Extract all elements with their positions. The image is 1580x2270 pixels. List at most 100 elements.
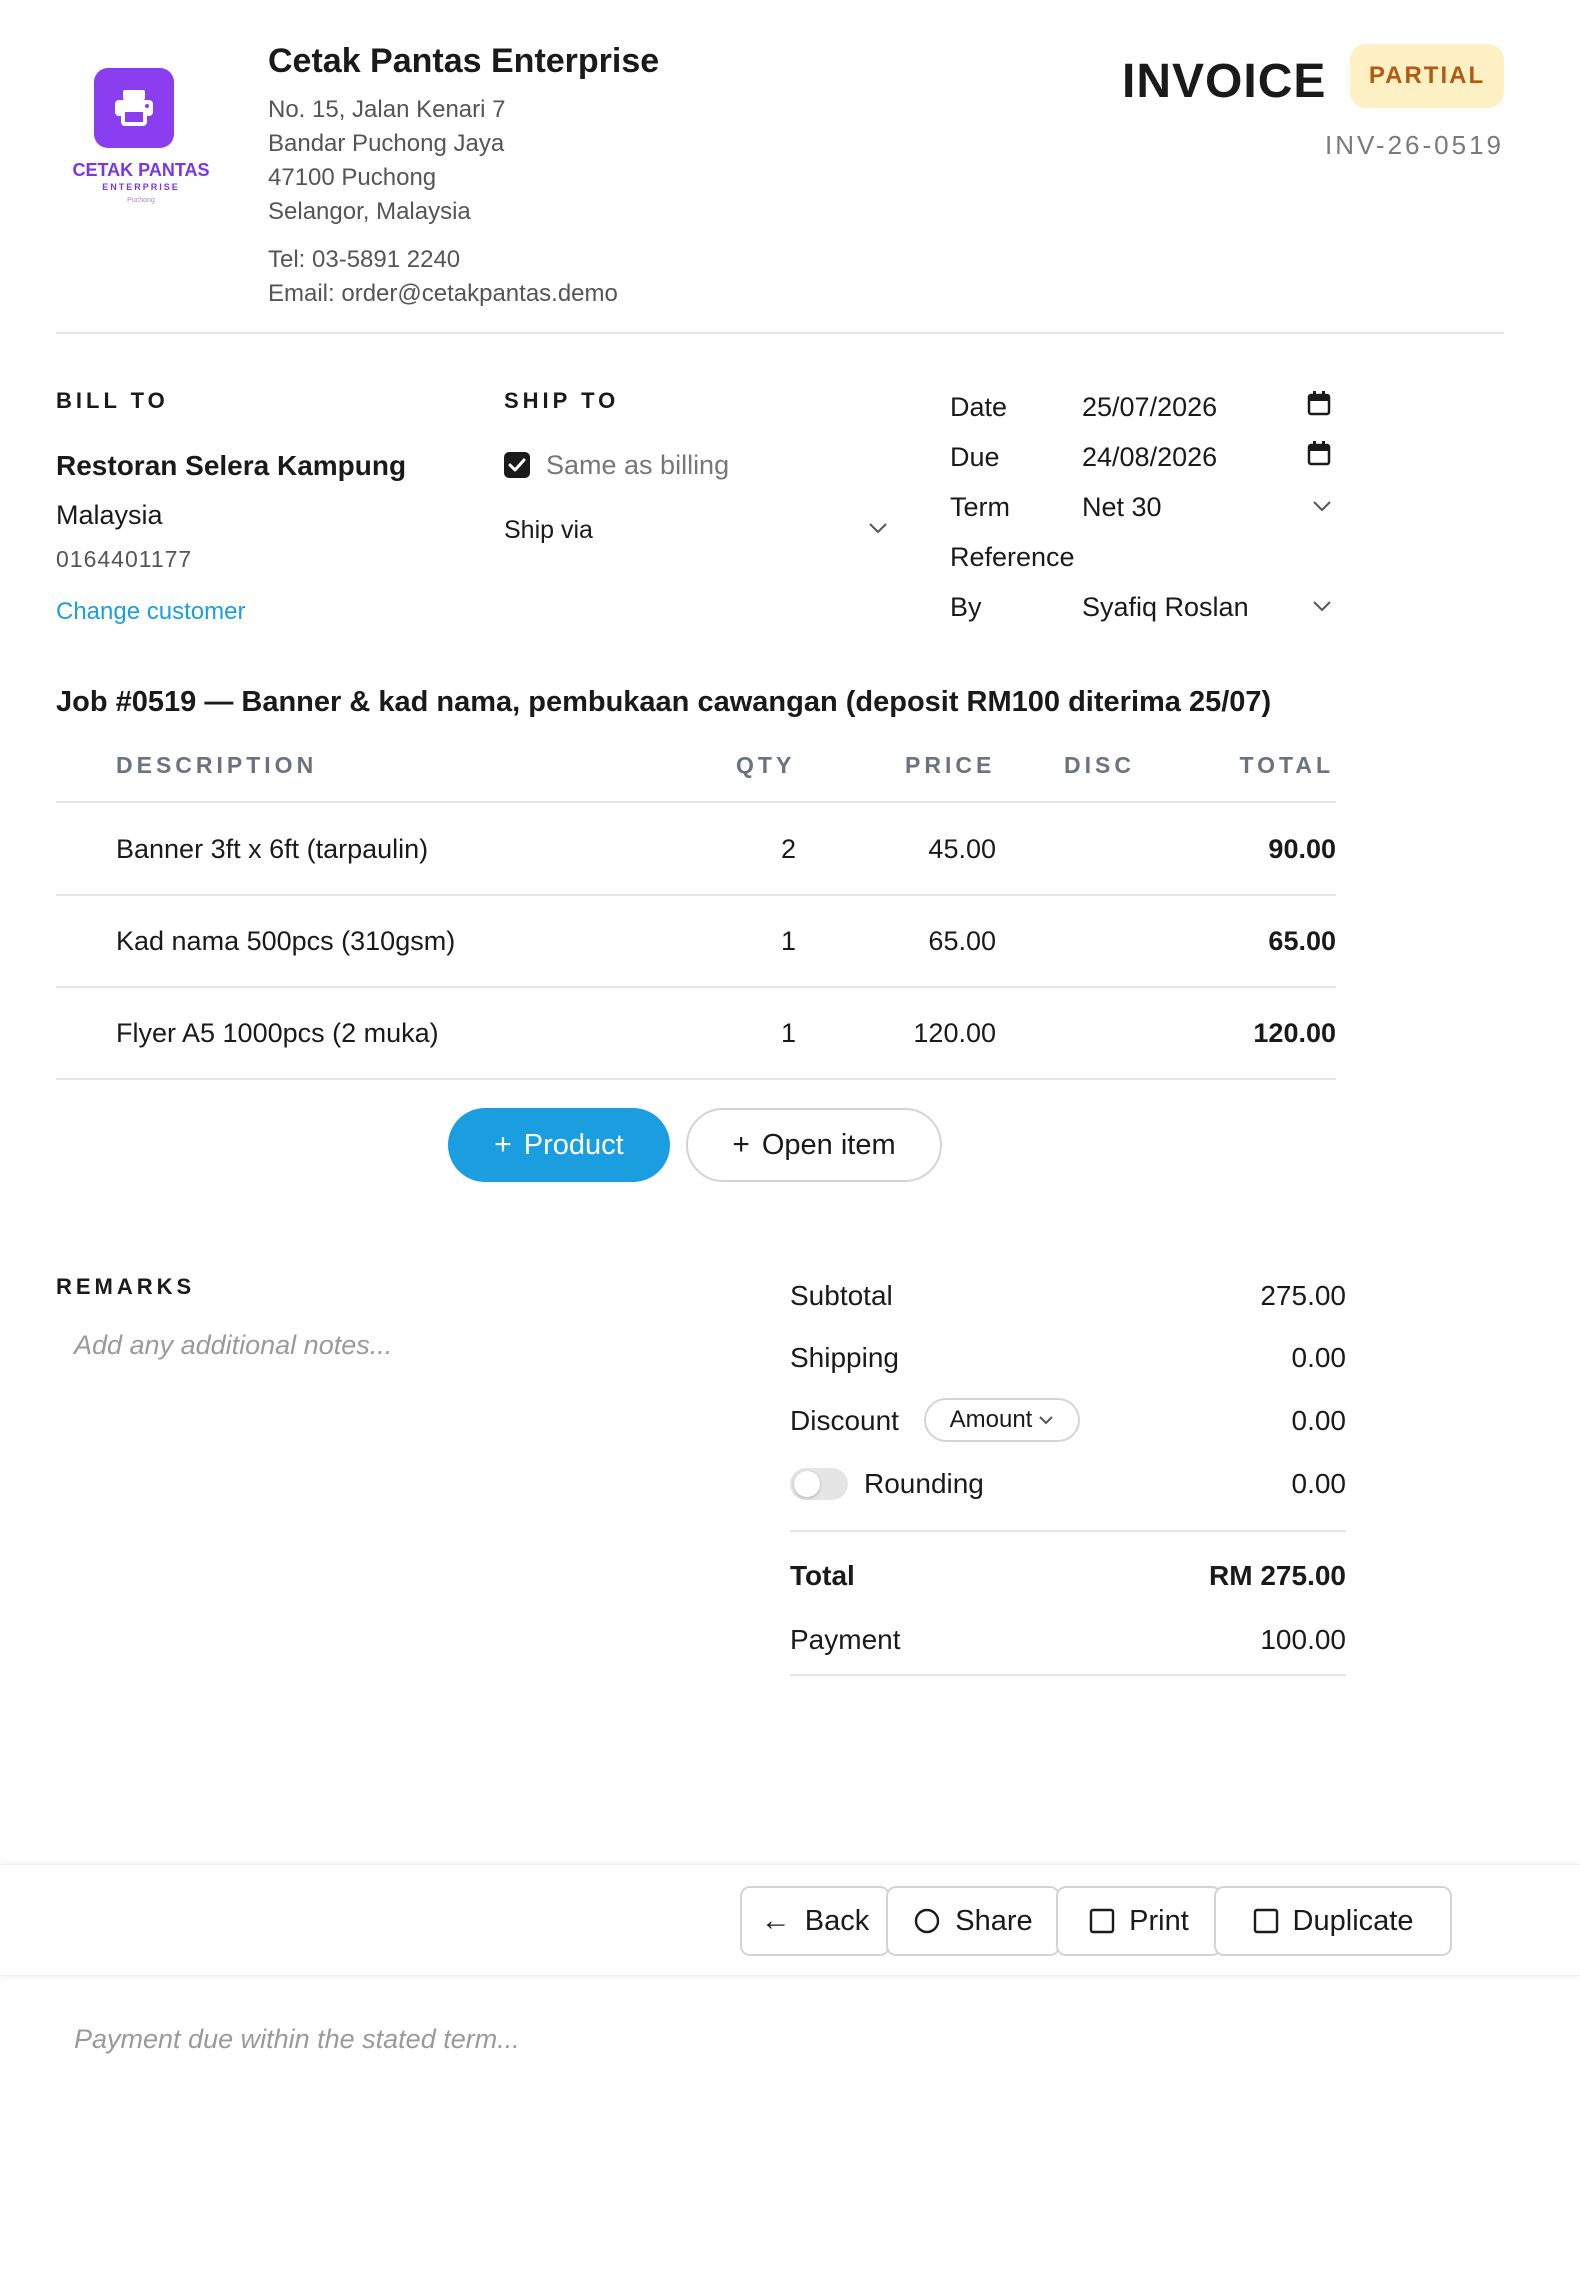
check-icon [508, 458, 526, 472]
subtotal-value: 275.00 [1260, 1280, 1346, 1311]
shipping-label: Shipping [790, 1342, 899, 1373]
item-qty[interactable]: 2 [740, 834, 796, 865]
bill-to-label: BILL TO [56, 388, 169, 413]
add-product-button[interactable]: + Product [448, 1108, 670, 1182]
header-divider [56, 332, 1504, 334]
company-address-line: Bandar Puchong Jaya [268, 130, 505, 157]
rounding-value: 0.00 [1291, 1468, 1347, 1499]
circle-icon [915, 1908, 940, 1934]
calendar-icon[interactable] [1307, 440, 1331, 466]
item-price[interactable]: 120.00 [880, 1018, 996, 1049]
item-qty[interactable]: 1 [740, 1018, 796, 1049]
calendar-icon[interactable] [1307, 390, 1331, 416]
company-address-line: Selangor, Malaysia [268, 198, 471, 225]
date-label: Date [950, 392, 1008, 422]
chevron-down-icon[interactable] [1312, 600, 1332, 612]
invoice-page: CETAK PANTAS ENTERPRISE Puchong Cetak Pa… [0, 0, 1580, 2270]
plus-icon: + [494, 1128, 512, 1161]
discount-input[interactable]: 0.00 [1100, 1405, 1347, 1437]
company-email: Email: order@cetakpantas.demo [268, 280, 618, 307]
remarks-input[interactable]: Add any additional notes... [74, 1330, 392, 1361]
add-open-item-button[interactable]: + Open item [686, 1108, 942, 1182]
table-divider [56, 986, 1336, 988]
item-qty[interactable]: 1 [740, 926, 796, 957]
item-description[interactable]: Flyer A5 1000pcs (2 muka) [116, 1018, 439, 1049]
due-date-input[interactable]: 24/08/2026 [1082, 442, 1217, 473]
column-header-total: TOTAL [1239, 752, 1334, 778]
item-description[interactable]: Kad nama 500pcs (310gsm) [116, 926, 455, 957]
ship-via-select[interactable]: Ship via [504, 516, 593, 545]
table-divider [56, 894, 1336, 896]
column-header-qty: QTY [736, 752, 796, 778]
printer-icon [115, 90, 153, 126]
invoice-number: INV-26-0519 [1325, 130, 1504, 160]
date-input[interactable]: 25/07/2026 [1082, 392, 1217, 423]
logo-location: Puchong [127, 197, 155, 204]
payment-value[interactable]: 100.00 [1100, 1624, 1346, 1656]
subtotal-label: Subtotal [790, 1280, 893, 1311]
add-open-item-label: Open item [761, 1128, 896, 1161]
customer-phone: 0164401177 [56, 546, 193, 572]
item-description[interactable]: Banner 3ft x 6ft (tarpaulin) [116, 834, 428, 865]
square-icon [1253, 1908, 1278, 1934]
plus-icon: + [732, 1128, 750, 1161]
column-header-description: DESCRIPTION [116, 752, 318, 778]
total-label: Total [790, 1560, 855, 1591]
same-as-billing-checkbox[interactable] [504, 452, 530, 478]
discount-mode-select[interactable]: Amount [924, 1398, 1080, 1442]
company-tel: Tel: 03-5891 2240 [268, 246, 461, 273]
term-label: Term [950, 492, 1010, 522]
logo-wordmark: CETAK PANTAS [72, 160, 210, 180]
job-title[interactable]: Job #0519 — Banner & kad nama, pembukaan… [56, 686, 1271, 719]
rounding-label: Rounding [864, 1468, 984, 1499]
term-select[interactable]: Net 30 [1082, 492, 1162, 523]
table-divider [56, 801, 1336, 803]
chevron-down-icon[interactable] [1312, 500, 1332, 512]
item-price[interactable]: 65.00 [880, 926, 996, 957]
status-badge: PARTIAL [1350, 44, 1504, 108]
toggle-knob [794, 1471, 820, 1497]
summary-divider [790, 1674, 1346, 1676]
invoice-title: INVOICE [1122, 55, 1327, 108]
remarks-label: REMARKS [56, 1274, 196, 1299]
logo-subtitle: ENTERPRISE [102, 182, 180, 192]
discount-mode-label: Amount [949, 1406, 1033, 1433]
total-value: RM 275.00 [1209, 1560, 1346, 1591]
shipping-input[interactable]: 0.00 [1100, 1342, 1347, 1374]
item-total: 90.00 [1268, 834, 1336, 864]
by-label: By [950, 592, 982, 622]
due-label: Due [950, 442, 1000, 472]
footer-note-input[interactable]: Payment due within the stated term... [74, 2024, 520, 2055]
change-customer-link[interactable]: Change customer [56, 598, 245, 626]
summary-divider [790, 1530, 1346, 1532]
discount-label: Discount [790, 1405, 899, 1436]
payment-label: Payment [790, 1624, 901, 1655]
company-address-line: 47100 Puchong [268, 164, 437, 191]
item-price[interactable]: 45.00 [880, 834, 996, 865]
company-logo [94, 68, 174, 148]
chevron-down-icon[interactable] [868, 522, 888, 534]
column-header-disc: DISC [1064, 752, 1135, 778]
print-button[interactable]: Print [1056, 1886, 1222, 1956]
salesperson-select[interactable]: Syafiq Roslan [1082, 592, 1249, 623]
chevron-down-icon [1039, 1416, 1054, 1425]
share-label: Share [955, 1904, 1033, 1937]
back-button[interactable]: ← Back [740, 1886, 890, 1956]
item-total: 65.00 [1268, 926, 1336, 956]
item-total: 120.00 [1253, 1018, 1336, 1048]
share-button[interactable]: Share [886, 1886, 1060, 1956]
column-header-price: PRICE [905, 752, 996, 778]
duplicate-label: Duplicate [1292, 1904, 1414, 1937]
arrow-left-icon: ← [760, 1904, 791, 1937]
ship-to-label: SHIP TO [504, 388, 620, 413]
company-address-line: No. 15, Jalan Kenari 7 [268, 96, 506, 123]
same-as-billing-label: Same as billing [546, 450, 730, 480]
reference-label: Reference [950, 542, 1075, 572]
customer-name: Restoran Selera Kampung [56, 450, 407, 481]
company-name: Cetak Pantas Enterprise [268, 42, 660, 80]
back-label: Back [804, 1904, 870, 1937]
add-product-label: Product [523, 1128, 624, 1161]
print-label: Print [1129, 1904, 1189, 1937]
table-divider [56, 1078, 1336, 1080]
duplicate-button[interactable]: Duplicate [1214, 1886, 1452, 1956]
